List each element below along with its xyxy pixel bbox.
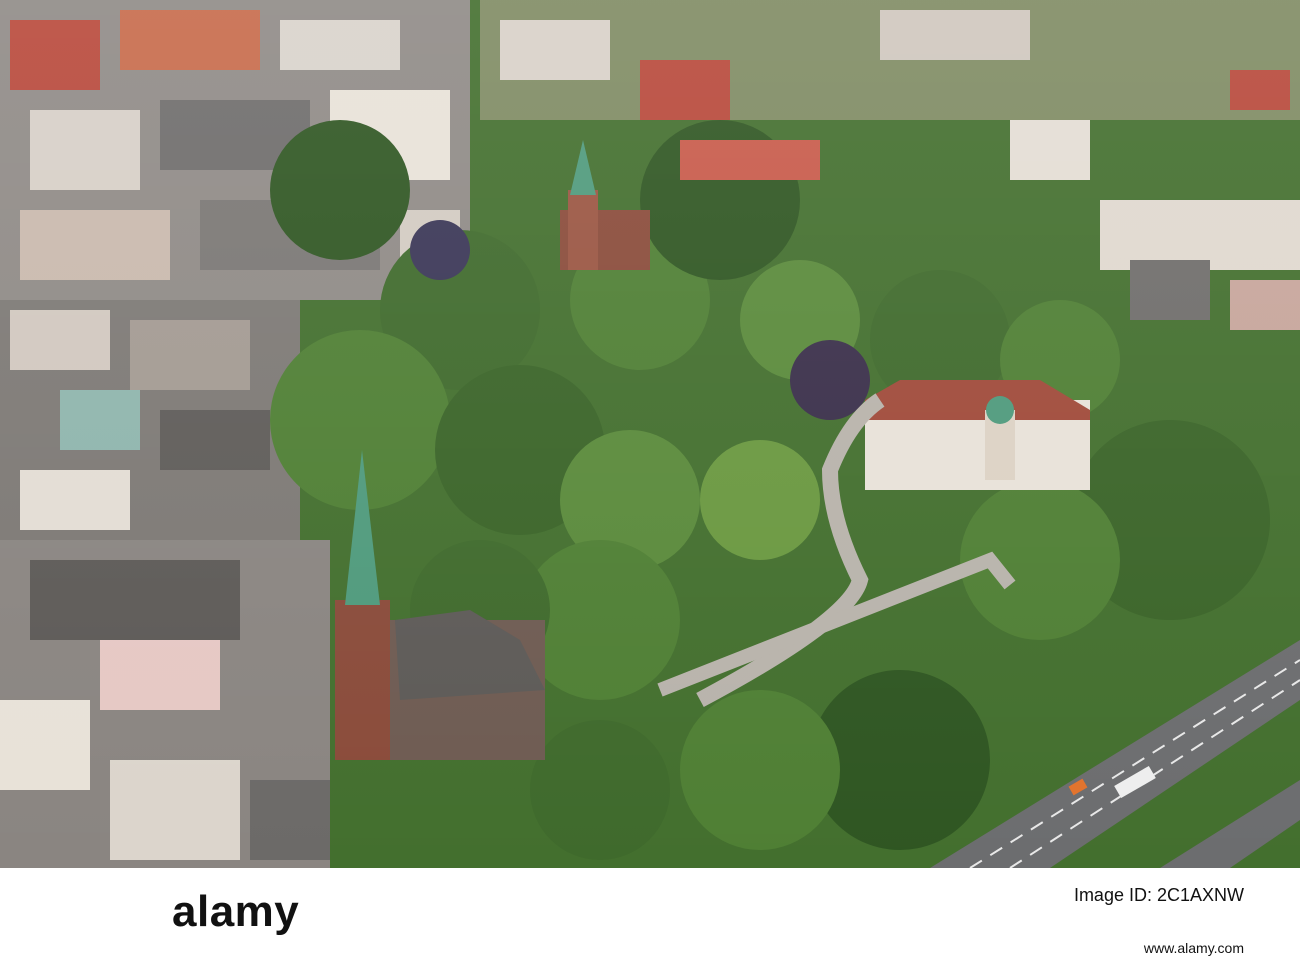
alamy-logo [54,882,154,940]
aerial-photo [0,0,1300,868]
watermark-site: www.alamy.com [1143,940,1244,956]
image-frame: alamy Image ID: 2C1AXNW www.alamy.com [0,0,1300,956]
watermark-bar: alamy Image ID: 2C1AXNW www.alamy.com [0,868,1300,956]
watermark-id-label: Image ID: 2C1AXNW [1073,885,1244,905]
watermark-brand: alamy [172,887,300,936]
alamy-logo-mark [54,882,154,940]
aerial-city-scene [0,0,1300,868]
watermark-id-block: Image ID: 2C1AXNW [1074,884,1244,906]
